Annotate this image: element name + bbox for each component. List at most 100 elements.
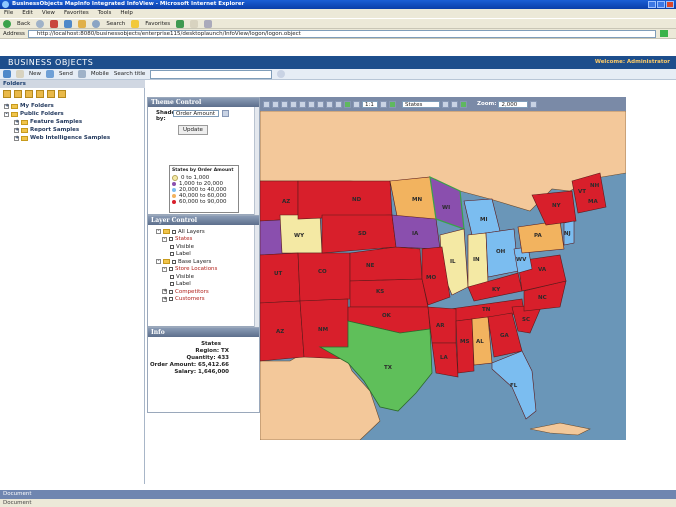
collapse-icon[interactable]: - [162, 236, 167, 242]
mobile-button[interactable]: Mobile [91, 71, 109, 77]
send-button[interactable]: Send [59, 71, 73, 77]
center-icon[interactable] [290, 100, 297, 108]
layer-item[interactable]: + Competitors [156, 288, 255, 296]
update-button[interactable]: Update [178, 125, 208, 135]
query-icon[interactable] [451, 100, 458, 108]
zoom-input[interactable]: 2,000 [498, 100, 529, 108]
layer-item[interactable]: Label [156, 251, 255, 259]
stop-icon[interactable] [50, 19, 59, 28]
expand-icon[interactable]: + [14, 119, 19, 125]
menu-file[interactable]: File [4, 9, 13, 18]
forward-icon[interactable] [36, 19, 45, 28]
print-map-icon[interactable] [353, 100, 360, 108]
collapse-icon[interactable]: - [162, 266, 167, 272]
menu-favorites[interactable]: Favorites [64, 9, 89, 18]
folder-open-icon[interactable] [14, 90, 22, 98]
state-ks[interactable] [349, 278, 429, 308]
layer-select[interactable]: States [402, 100, 440, 108]
maximize-icon[interactable] [657, 1, 665, 8]
layer-scrollbar[interactable] [254, 225, 259, 327]
zoom-apply-icon[interactable] [530, 100, 538, 108]
info-icon[interactable] [317, 100, 324, 108]
layer-item[interactable]: Visible [156, 243, 255, 251]
state-co[interactable] [297, 252, 351, 302]
layer-checkbox[interactable] [169, 289, 173, 294]
tree-item-feature-samples[interactable]: + Feature Samples [4, 118, 140, 126]
zoom-in-icon[interactable] [272, 100, 279, 108]
refresh-map-icon[interactable] [344, 100, 351, 108]
close-icon[interactable] [666, 1, 674, 8]
home-icon[interactable] [78, 19, 87, 28]
label-tool-icon[interactable] [335, 100, 342, 108]
layer-item[interactable]: Visible [156, 273, 255, 281]
back-icon[interactable] [3, 19, 11, 28]
mobile-icon[interactable] [77, 70, 86, 78]
tree-item-webi-samples[interactable]: + Web Intelligence Samples [4, 134, 140, 142]
menu-help[interactable]: Help [120, 9, 133, 18]
minimize-icon[interactable] [648, 1, 656, 8]
chevron-down-icon[interactable] [442, 100, 449, 108]
select-icon[interactable] [299, 100, 306, 108]
back-label[interactable]: Back [17, 21, 30, 27]
chevron-down-icon[interactable] [222, 110, 229, 117]
export-icon[interactable] [460, 100, 467, 108]
state-ut[interactable] [260, 252, 301, 304]
favorites-label[interactable]: Favorites [145, 21, 170, 27]
send-icon[interactable] [46, 70, 54, 78]
find-icon[interactable] [389, 100, 396, 108]
expand-icon[interactable]: + [162, 289, 167, 295]
expand-icon[interactable]: + [14, 135, 19, 141]
new-folder-icon[interactable] [47, 90, 55, 98]
tree-item-public-folders[interactable]: - Public Folders [4, 110, 140, 118]
go-icon[interactable] [659, 30, 668, 37]
ruler-icon[interactable] [326, 100, 333, 108]
layer-item[interactable]: + Customers [156, 296, 255, 304]
favorites-icon[interactable] [131, 19, 140, 28]
tree-item-report-samples[interactable]: + Report Samples [4, 126, 140, 134]
search-go-icon[interactable] [277, 70, 286, 78]
tree-item-my-folders[interactable]: + My Folders [4, 102, 140, 110]
layer-checkbox[interactable] [169, 297, 173, 302]
expand-icon[interactable]: + [4, 103, 9, 109]
layer-item[interactable]: Label [156, 281, 255, 289]
label-checkbox[interactable] [170, 252, 174, 257]
layer-checkbox[interactable] [172, 229, 176, 234]
layer-checkbox[interactable] [169, 237, 173, 242]
refresh-folder-icon[interactable] [25, 90, 33, 98]
layer-item[interactable]: - All Layers [156, 228, 255, 236]
layer-checkbox[interactable] [169, 267, 173, 272]
properties-icon[interactable] [36, 90, 44, 98]
new-button[interactable]: New [29, 71, 41, 77]
address-input[interactable]: http://localhost:8080/businessobjects/en… [27, 29, 656, 38]
map-canvas[interactable]: AZ ND MN WI SD MI NE IA IL IN OH PA NY C… [260, 111, 626, 440]
radius-select-icon[interactable] [308, 100, 315, 108]
visible-checkbox[interactable] [170, 244, 174, 249]
expand-icon[interactable]: + [162, 296, 167, 302]
layer-item[interactable]: - Store Locations [156, 266, 255, 274]
expand-icon[interactable]: + [14, 127, 19, 133]
search-label[interactable]: Search [106, 21, 125, 27]
new-icon[interactable] [16, 70, 24, 78]
menu-tools[interactable]: Tools [98, 9, 112, 18]
search-icon[interactable] [92, 19, 101, 28]
preferences-icon[interactable] [3, 70, 11, 78]
collapse-icon[interactable]: - [4, 111, 9, 117]
folder-icon[interactable] [3, 90, 11, 98]
state-ne[interactable] [349, 246, 423, 282]
media-icon[interactable] [176, 19, 185, 28]
collapse-icon[interactable]: - [156, 229, 161, 235]
layer-checkbox[interactable] [172, 259, 176, 264]
state-ms[interactable] [455, 318, 475, 374]
menu-view[interactable]: View [42, 9, 55, 18]
visible-checkbox[interactable] [170, 274, 174, 279]
pan-icon[interactable] [263, 100, 270, 108]
mail-icon[interactable] [190, 19, 199, 28]
refresh-icon[interactable] [64, 19, 73, 28]
theme-by-select[interactable]: Order Amount [173, 110, 219, 117]
delete-icon[interactable] [58, 90, 66, 98]
theme-scrollbar[interactable] [254, 107, 259, 215]
print-icon[interactable] [204, 19, 213, 28]
search-input[interactable] [150, 69, 273, 79]
prev-view-icon[interactable] [380, 100, 387, 108]
layer-item[interactable]: - States [156, 236, 255, 244]
